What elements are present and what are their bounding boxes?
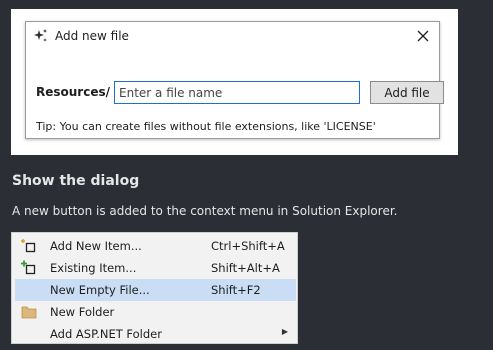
close-icon bbox=[417, 27, 429, 46]
submenu-arrow-icon: ▶ bbox=[281, 327, 288, 336]
tip-text: Tip: You can create files without file e… bbox=[36, 120, 376, 133]
section-heading: Show the dialog bbox=[12, 173, 140, 189]
sparkle-icon bbox=[34, 28, 48, 42]
section-paragraph: A new button is added to the context men… bbox=[12, 204, 398, 218]
menu-item-shortcut: Shift+Alt+A bbox=[211, 261, 280, 275]
dialog-titlebar: Add new file bbox=[26, 22, 439, 52]
existing-item-icon bbox=[21, 260, 37, 276]
menu-item-label: Add ASP.NET Folder bbox=[50, 327, 162, 341]
add-file-button[interactable]: Add file bbox=[370, 81, 444, 104]
context-menu: Add New Item... Ctrl+Shift+A Existing It… bbox=[11, 232, 298, 344]
menu-item-new-folder[interactable]: New Folder bbox=[15, 301, 296, 323]
menu-item-shortcut: Ctrl+Shift+A bbox=[211, 239, 285, 253]
dialog-screenshot-frame: Add new file Resources/ Add file Tip: Yo… bbox=[11, 9, 458, 155]
file-name-input[interactable] bbox=[114, 81, 360, 104]
menu-item-label: Existing Item... bbox=[50, 261, 137, 275]
add-new-file-dialog: Add new file Resources/ Add file Tip: Yo… bbox=[25, 21, 444, 139]
folder-icon bbox=[21, 304, 37, 320]
menu-item-label: New Empty File... bbox=[50, 283, 150, 297]
menu-item-shortcut: Shift+F2 bbox=[211, 283, 261, 297]
close-button[interactable] bbox=[413, 26, 433, 46]
resources-label: Resources/ bbox=[36, 85, 111, 99]
add-new-item-icon bbox=[21, 238, 37, 254]
dialog-title: Add new file bbox=[55, 29, 129, 43]
menu-item-add-new-item[interactable]: Add New Item... Ctrl+Shift+A bbox=[15, 235, 296, 257]
menu-item-label: Add New Item... bbox=[50, 239, 142, 253]
menu-item-label: New Folder bbox=[50, 305, 115, 319]
menu-item-existing-item[interactable]: Existing Item... Shift+Alt+A bbox=[15, 257, 296, 279]
menu-item-new-empty-file[interactable]: New Empty File... Shift+F2 bbox=[15, 279, 296, 301]
menu-item-add-asp-net-folder[interactable]: Add ASP.NET Folder ▶ bbox=[15, 323, 296, 343]
